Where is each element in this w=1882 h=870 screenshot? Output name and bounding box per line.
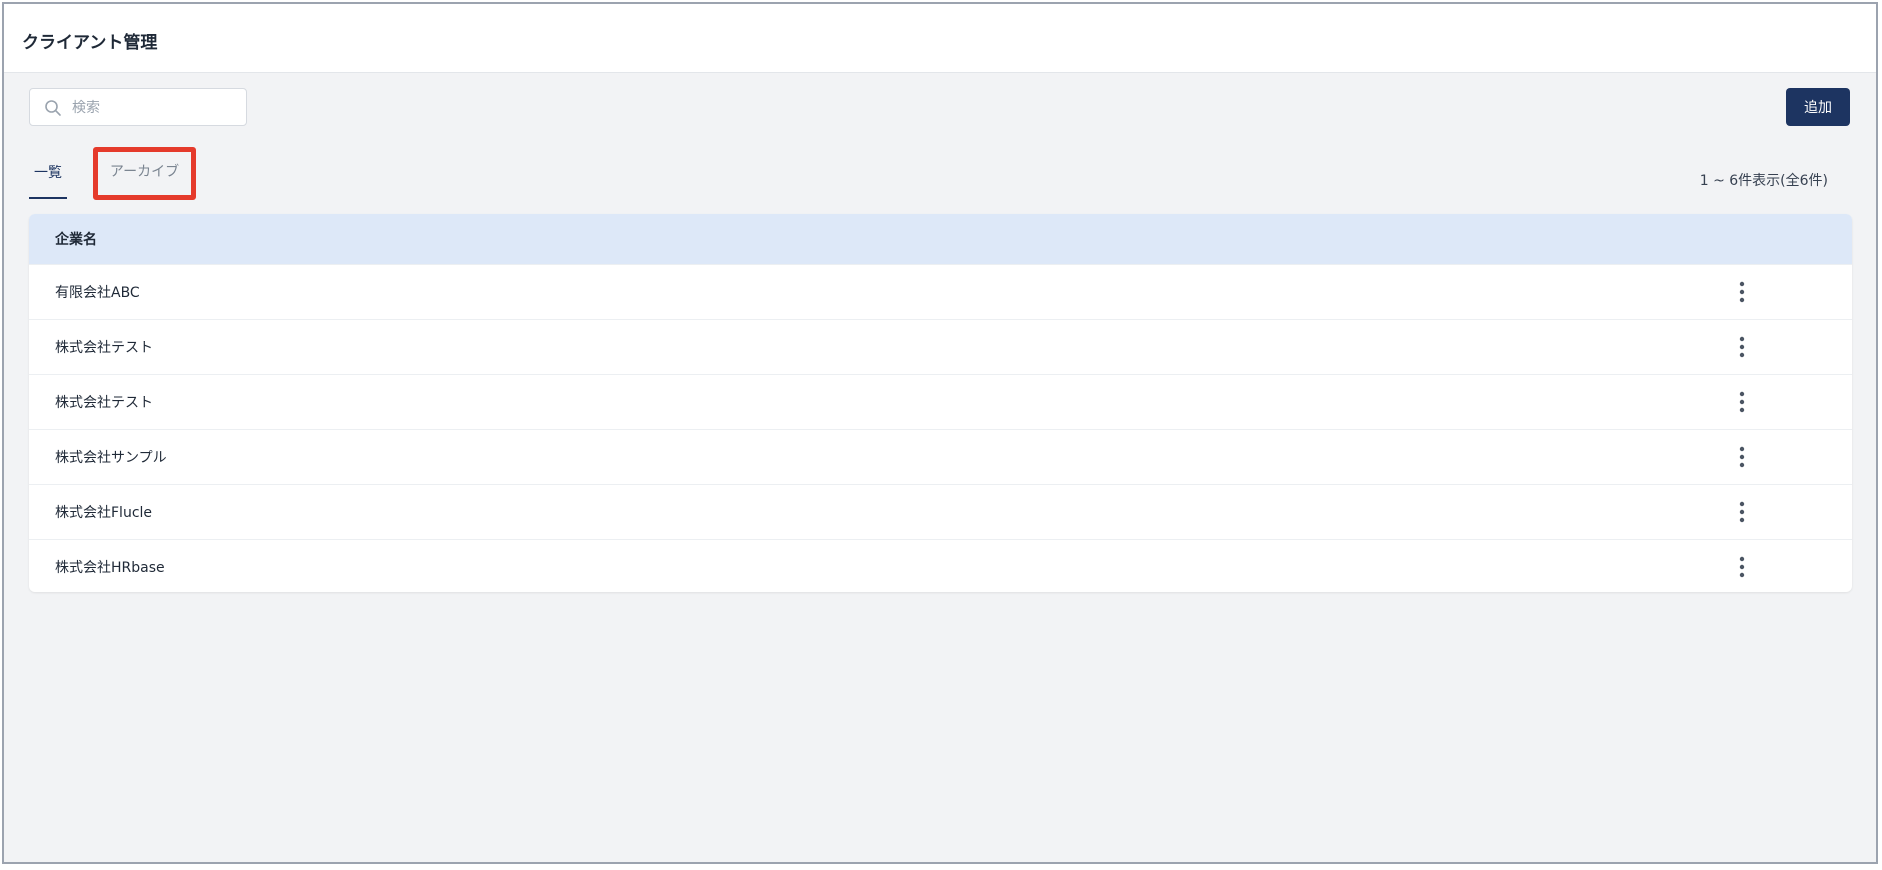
table-row[interactable]: 株式会社テスト <box>29 319 1852 374</box>
tab-archive[interactable]: アーカイブ <box>93 147 196 200</box>
table-row[interactable]: 有限会社ABC <box>29 264 1852 319</box>
table-header: 企業名 <box>29 214 1852 264</box>
more-vertical-icon[interactable] <box>1732 388 1752 416</box>
company-name: 株式会社Flucle <box>55 505 153 521</box>
more-vertical-icon[interactable] <box>1732 278 1752 306</box>
page-header: クライアント管理 <box>4 4 1876 73</box>
result-count: 1 ~ 6件表示(全6件) <box>1699 173 1828 189</box>
add-button[interactable]: 追加 <box>1786 88 1850 126</box>
column-header-company-name: 企業名 <box>55 232 97 248</box>
table-row[interactable]: 株式会社HRbase <box>29 539 1852 592</box>
more-vertical-icon[interactable] <box>1732 333 1752 361</box>
company-name: 株式会社テスト <box>55 395 153 411</box>
tab-list[interactable]: 一覧 <box>29 152 67 199</box>
company-name: 株式会社テスト <box>55 340 153 356</box>
search-icon <box>44 99 62 117</box>
table-row[interactable]: 株式会社テスト <box>29 374 1852 429</box>
app-window: クライアント管理 追加 一覧 アーカイブ 1 ~ 6件表示(全6件) 企業名 有… <box>2 2 1878 864</box>
table-row[interactable]: 株式会社サンプル <box>29 429 1852 484</box>
page-title: クライアント管理 <box>22 33 158 53</box>
more-vertical-icon[interactable] <box>1732 553 1752 581</box>
search-box[interactable] <box>29 88 247 126</box>
company-name: 有限会社ABC <box>55 285 140 301</box>
company-name: 株式会社サンプル <box>55 450 167 466</box>
more-vertical-icon[interactable] <box>1732 498 1752 526</box>
search-input[interactable] <box>70 95 242 121</box>
more-vertical-icon[interactable] <box>1732 443 1752 471</box>
client-table: 企業名 有限会社ABC 株式会社テスト 株式会社テスト 株式会社サンプル 株式会… <box>29 214 1852 592</box>
company-name: 株式会社HRbase <box>55 560 165 576</box>
table-row[interactable]: 株式会社Flucle <box>29 484 1852 539</box>
